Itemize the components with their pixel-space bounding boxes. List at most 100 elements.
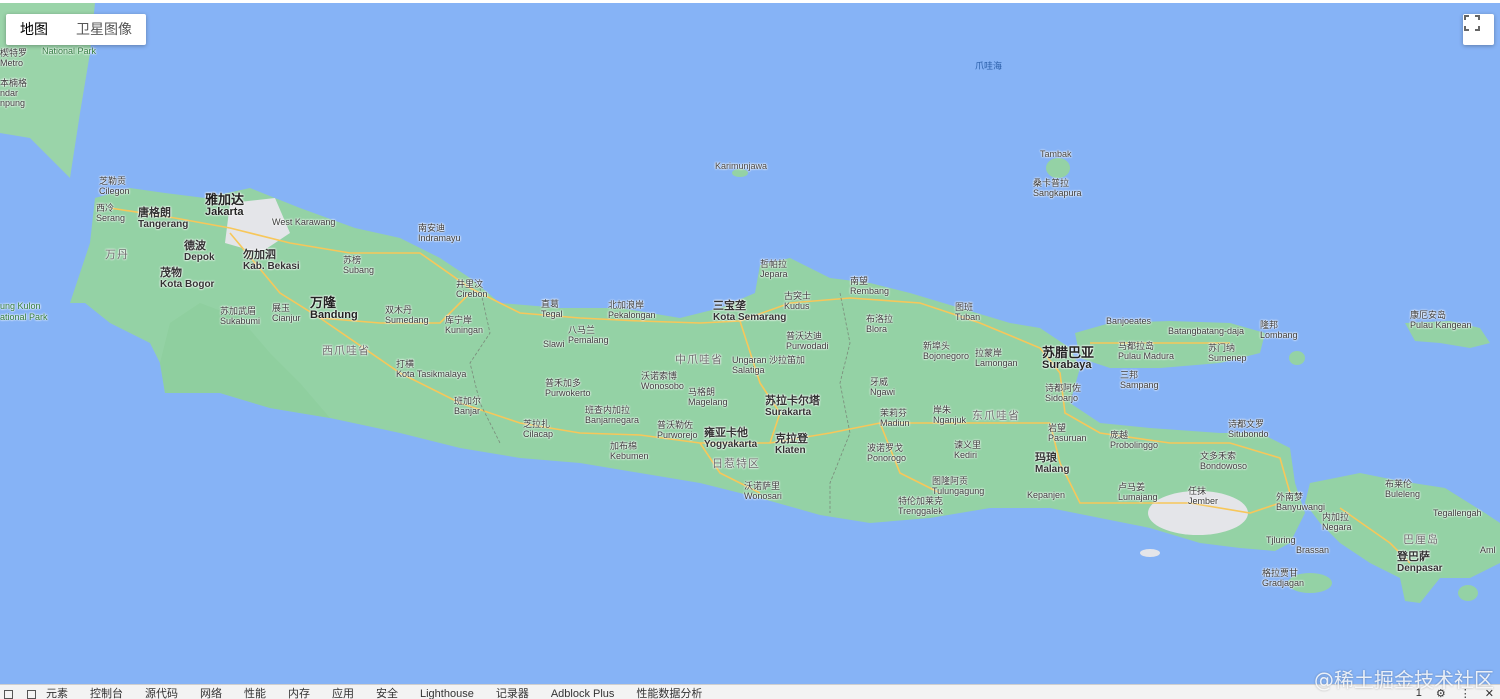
devtools-tab[interactable]: 元素 (46, 688, 68, 699)
map-type-control[interactable]: 地图 卫星图像 (6, 14, 146, 45)
place-label-cn: 加布棉 (610, 441, 638, 451)
place-label-cn: 直葛 (541, 299, 560, 309)
place-label-cn: 班加尔 (454, 396, 482, 406)
devtools-tab[interactable]: 应用 (332, 688, 354, 699)
place-label-surabaya: 苏腊巴亚 Surabaya (1042, 346, 1094, 372)
place-label-purwokerto: 普禾加多 Purwokerto (545, 378, 591, 398)
place-label-en: Wonosobo (641, 381, 684, 391)
place-label-lamongan: 拉蒙岸 Lamongan (975, 348, 1018, 368)
place-label-en: Sukabumi (220, 316, 261, 326)
devtools-tab[interactable]: Adblock Plus (551, 688, 615, 699)
devtools-tab[interactable]: 网络 (200, 688, 222, 699)
devtools-tab[interactable]: 性能数据分析 (636, 688, 702, 699)
place-label-cn: 内加拉 (1322, 512, 1350, 522)
place-label-bojonegoro: 新埠头 Bojonegoro (923, 341, 969, 361)
place-label-cirebon: 井里汶 Cirebon (456, 279, 488, 299)
place-label-en: Brassan (1296, 545, 1330, 555)
place-label-cn: 庞越 (1110, 430, 1129, 440)
place-label-national-park-top: National Park (42, 46, 96, 56)
inspect-icon[interactable] (4, 689, 13, 699)
place-label-cn: 马都拉岛 (1118, 341, 1155, 351)
place-label-en: Lamongan (975, 358, 1018, 368)
place-label-en: Cirebon (456, 289, 488, 299)
devtools-tab[interactable]: 控制台 (90, 688, 123, 699)
place-label-cn: 格拉贾甘 (1262, 568, 1299, 578)
place-label-cn: 苏榜 (343, 255, 362, 265)
place-label-pekalongan: 北加浪岸 Pekalongan (608, 300, 656, 320)
place-label-cn: 沃诺萨里 (744, 481, 781, 491)
place-label-cn: 东爪哇省 (972, 410, 1020, 422)
place-label-en: Sumenep (1208, 353, 1247, 363)
place-label-en: Cilegon (99, 186, 130, 196)
place-label-en: Surabaya (1042, 359, 1092, 371)
place-label-en: Klaten (775, 445, 806, 456)
place-label-cn: 普沃达迪 (786, 331, 823, 341)
place-label-en: Surakarta (765, 407, 812, 418)
device-toggle-icon[interactable] (27, 689, 36, 699)
place-label-en: Banjar (454, 406, 481, 416)
place-label-cn: 苏腊巴亚 (1042, 345, 1095, 360)
place-label-cn: 唐格朗 (138, 207, 171, 219)
fullscreen-button[interactable] (1463, 14, 1494, 45)
place-label-rembang: 南望 Rembang (850, 276, 889, 296)
place-label-cn: 岸朱 (933, 405, 952, 415)
place-label-en: Bojonegoro (923, 351, 970, 361)
place-label-cn: 茉莉芬 (880, 408, 908, 418)
place-label-lombang: 隆邦 Lombang (1260, 320, 1298, 340)
devtools-tab[interactable]: 源代码 (145, 688, 178, 699)
place-label-cn: 南安迪 (418, 223, 446, 233)
place-label-indramayu: 南安迪 Indramayu (418, 223, 461, 243)
place-label-cianjur: 展玉 Cianjur (272, 303, 301, 323)
place-label-en: Lombang (1260, 330, 1298, 340)
place-label-gradjagan: 格拉贾甘 Gradjagan (1262, 568, 1304, 588)
devtools-tab[interactable]: 记录器 (496, 688, 529, 699)
place-label-purwodadi: 普沃达迪 Purwodadi (786, 331, 829, 351)
place-label-cn: 井里汶 (456, 279, 484, 289)
place-label-wandan: 万丹 (105, 249, 129, 261)
place-label-cn: Ungaran 沙拉笛加 (732, 355, 806, 365)
place-label-cn: 芝拉扎 (523, 419, 551, 429)
place-label-en: National Park (42, 46, 97, 56)
place-label-cn: 巴厘岛 (1403, 534, 1439, 546)
place-label-cn: 打横 (396, 359, 415, 369)
place-label-kota-bogor: 茂物 Kota Bogor (160, 268, 214, 291)
place-label-cn: 八马兰 (568, 325, 596, 335)
place-label-madiun: 茉莉芬 Madiun (880, 408, 910, 428)
place-label-en: Banjarnegara (585, 415, 640, 425)
place-label-pasuruan: 岩望 Pasuruan (1048, 423, 1087, 443)
place-label-metro: 楔特罗 Metro (0, 48, 27, 68)
place-label-en: ung Kulon (0, 301, 41, 311)
place-label-en: Buleleng (1385, 489, 1421, 499)
devtools-tab[interactable]: Lighthouse (420, 688, 474, 699)
place-label-en: Lumajang (1118, 492, 1158, 502)
map-canvas[interactable]: 爪哇海 Karimunjawa Tambak 桑卡普拉 Sangkapura Nation… (0, 3, 1500, 684)
place-label-en: Cilacap (523, 429, 554, 439)
place-label-cn: 本楠格 (0, 78, 28, 88)
place-label-cn: 拉蒙岸 (975, 348, 1003, 358)
place-label-en: Jakarta (205, 206, 244, 218)
place-label-cn: 万丹 (105, 249, 129, 261)
map-type-map-tab[interactable]: 地图 (6, 14, 62, 45)
place-label-cn: 雍亚卡他 (704, 427, 748, 439)
place-label-en: Tegallengah (1433, 508, 1482, 518)
devtools-tab[interactable]: 内存 (288, 688, 310, 699)
place-label-nder: 本楠格 ndar (0, 78, 27, 98)
place-label-cn: 图隆阿贡 (932, 476, 969, 486)
place-label-cn: 玛琅 (1035, 452, 1057, 464)
place-label-east-java: 东爪哇省 (972, 410, 1020, 422)
place-label-en: Situbondo (1228, 429, 1269, 439)
place-label-denpasar: 登巴萨 Denpasar (1397, 552, 1443, 575)
place-label-ngawi: 牙威 Ngawi (870, 377, 895, 397)
map-type-satellite-tab[interactable]: 卫星图像 (62, 14, 146, 45)
place-label-cn: 北加浪岸 (608, 300, 645, 310)
devtools-tab[interactable]: 性能 (244, 688, 266, 699)
place-label-cn: 桑卡普拉 (1033, 178, 1070, 188)
place-label-jakarta: 雅加达 Jakarta (205, 193, 244, 219)
devtools-tab[interactable]: 安全 (376, 688, 398, 699)
place-label-en: Cianjur (272, 313, 301, 323)
place-label-cn: 西爪哇省 (322, 345, 370, 357)
place-label-en: Bondowoso (1200, 461, 1248, 471)
place-label-semarang: 三宝垄 Kota Semarang (713, 301, 786, 324)
place-label-cn: 勿加泗 (243, 249, 276, 261)
place-label-tulungagung: 图隆阿贡 Tulungagung (932, 476, 984, 496)
